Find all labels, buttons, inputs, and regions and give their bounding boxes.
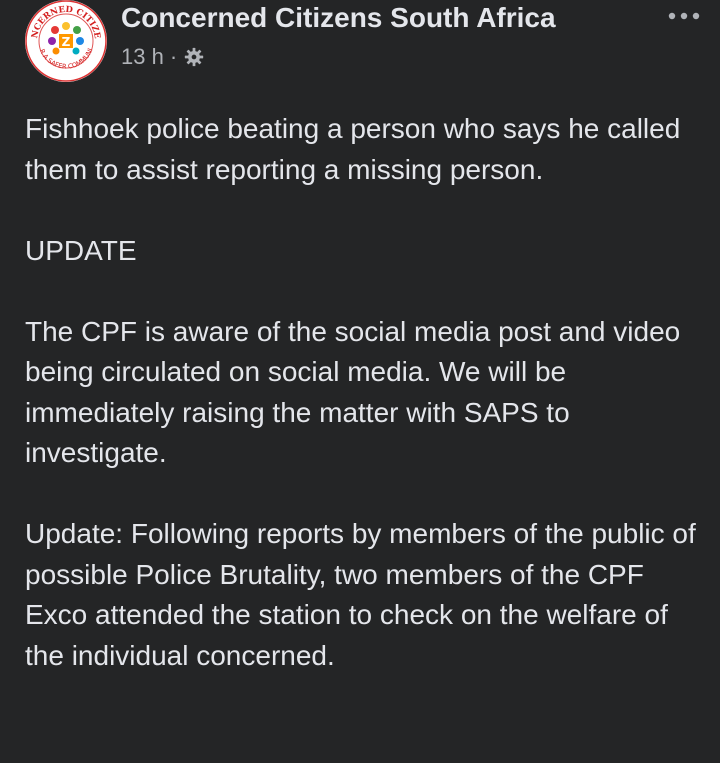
svg-text:Z: Z: [62, 35, 71, 49]
more-options-button[interactable]: [664, 4, 704, 28]
post-header: CONCERNED CITIZENS FOR A SAFER COMMUNITY…: [0, 0, 720, 92]
post-timestamp[interactable]: 13 h: [121, 44, 164, 70]
post-paragraph: Fishhoek police beating a person who say…: [25, 113, 681, 185]
page-avatar[interactable]: CONCERNED CITIZENS FOR A SAFER COMMUNITY…: [25, 0, 107, 82]
post-meta: 13 h ·: [121, 44, 205, 70]
post-paragraph: The CPF is aware of the social media pos…: [25, 315, 681, 469]
more-options-icon: [668, 12, 700, 20]
post-paragraph: UPDATE: [25, 234, 137, 266]
meta-separator: ·: [169, 44, 178, 69]
page-name-link[interactable]: Concerned Citizens South Africa: [121, 2, 556, 34]
post-body: Fishhoek police beating a person who say…: [25, 109, 705, 717]
facebook-post: CONCERNED CITIZENS FOR A SAFER COMMUNITY…: [0, 0, 720, 763]
post-paragraph: Update: Following reports by members of …: [25, 518, 696, 671]
gear-icon[interactable]: [183, 46, 205, 68]
concerned-citizens-logo: CONCERNED CITIZENS FOR A SAFER COMMUNITY…: [25, 0, 107, 82]
